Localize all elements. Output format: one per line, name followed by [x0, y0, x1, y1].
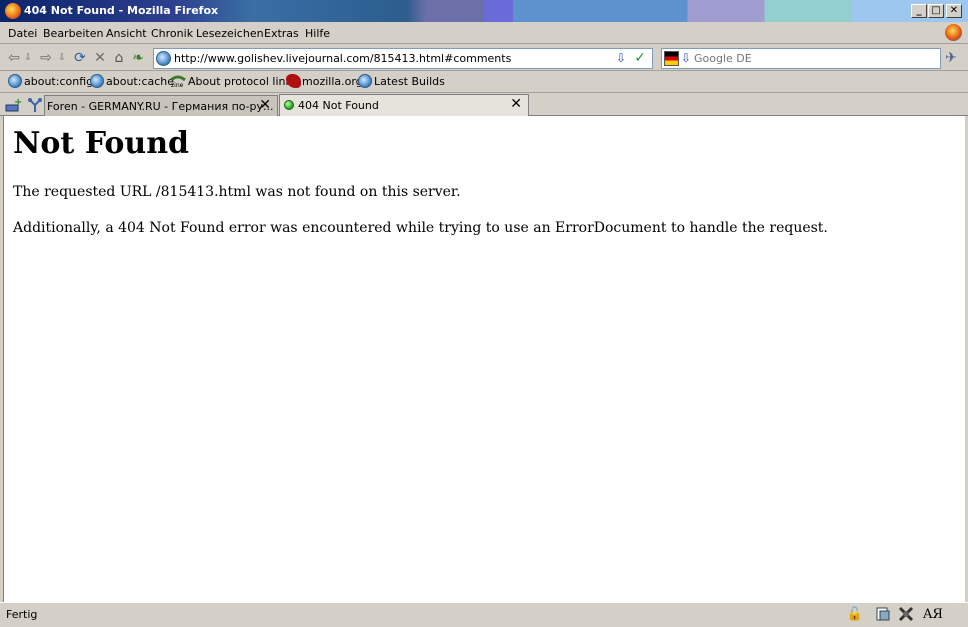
- site-icon: [156, 51, 171, 66]
- maximize-button[interactable]: □: [928, 4, 944, 18]
- search-go-icon[interactable]: ✈: [940, 48, 962, 69]
- tab-list-icon[interactable]: [27, 97, 43, 113]
- tab-foren-germany[interactable]: Foren - GERMANY.RU - Германия по-ру... ✕: [44, 95, 278, 116]
- svg-text:+: +: [14, 97, 22, 108]
- status-dot-icon: [284, 100, 294, 110]
- page-icon: [358, 74, 372, 88]
- leaf-icon[interactable]: ❧: [130, 50, 146, 66]
- search-engine-icon[interactable]: [664, 51, 679, 66]
- menu-datei[interactable]: Datei: [8, 27, 37, 40]
- throbber-icon: [945, 24, 962, 41]
- menu-extras[interactable]: Extras: [264, 27, 299, 40]
- url-bar[interactable]: http://www.golishev.livejournal.com/8154…: [153, 48, 653, 69]
- page-content: Not Found The requested URL /815413.html…: [3, 116, 965, 602]
- tab-label: Foren - GERMANY.RU - Германия по-ру...: [47, 100, 274, 113]
- minimize-button[interactable]: _: [911, 4, 927, 18]
- url-dropdown-icon[interactable]: ⇩: [616, 51, 626, 65]
- reload-icon[interactable]: ⟳: [72, 50, 88, 66]
- bookmark-latest-builds[interactable]: Latest Builds: [358, 74, 445, 90]
- go-check-icon[interactable]: ✓: [634, 50, 646, 66]
- translit-icon[interactable]: AЯ: [920, 606, 946, 623]
- lock-icon[interactable]: 🔓: [846, 606, 864, 623]
- close-window-button[interactable]: ✕: [946, 4, 962, 18]
- bookmark-label: about:config: [24, 75, 94, 88]
- error-message: The requested URL /815413.html was not f…: [13, 184, 461, 200]
- page-icon: [8, 74, 22, 88]
- back-icon[interactable]: ⇦: [6, 50, 22, 66]
- menu-chronik[interactable]: Chronik: [151, 27, 193, 40]
- tab-bar: + Foren - GERMANY.RU - Германия по-ру...…: [0, 93, 968, 117]
- extension-icon[interactable]: [897, 606, 915, 623]
- bookmarks-toolbar: about:config about:cache zine About prot…: [0, 71, 968, 93]
- stop-icon[interactable]: ✕: [92, 50, 108, 66]
- window-title: 404 Not Found - Mozilla Firefox: [24, 4, 219, 17]
- error-message-additional: Additionally, a 404 Not Found error was …: [13, 220, 828, 236]
- tab-404-not-found[interactable]: 404 Not Found ✕: [279, 94, 529, 117]
- search-input[interactable]: [694, 51, 934, 66]
- zine-icon: zine: [170, 74, 186, 89]
- new-tab-icon[interactable]: +: [5, 97, 22, 113]
- tab-close-button[interactable]: ✕: [259, 97, 271, 113]
- bookmark-mozilla-org[interactable]: mozilla.org: [286, 74, 363, 90]
- menu-bar: Datei Bearbeiten Ansicht Chronik Lesezei…: [0, 22, 968, 44]
- back-history-icon[interactable]: ⇩: [22, 50, 34, 66]
- bookmark-label: About protocol links: [188, 75, 298, 88]
- page-heading: Not Found: [13, 126, 190, 161]
- title-bar[interactable]: 404 Not Found - Mozilla Firefox _ □ ✕: [0, 0, 968, 22]
- status-bar: Fertig 🔓 AЯ: [0, 602, 968, 627]
- home-icon[interactable]: ⌂: [111, 50, 127, 66]
- bookmark-about-protocol-links[interactable]: zine About protocol links: [170, 74, 298, 90]
- url-input[interactable]: http://www.golishev.livejournal.com/8154…: [174, 52, 511, 65]
- menu-bearbeiten[interactable]: Bearbeiten: [43, 27, 103, 40]
- menu-lesezeichen[interactable]: Lesezeichen: [196, 27, 264, 40]
- tab-label: 404 Not Found: [298, 99, 379, 112]
- status-text: Fertig: [6, 608, 38, 621]
- search-engine-dropdown-icon[interactable]: ⇩: [681, 51, 691, 65]
- bookmark-label: mozilla.org: [302, 75, 363, 88]
- bookmark-about-cache[interactable]: about:cache: [90, 74, 174, 90]
- navigation-toolbar: ⇦ ⇩ ⇨ ⇩ ⟳ ✕ ⌂ ❧ http://www.golishev.live…: [0, 45, 968, 71]
- bookmark-label: Latest Builds: [374, 75, 445, 88]
- mozilla-icon: [286, 74, 301, 88]
- forward-history-icon[interactable]: ⇩: [56, 50, 68, 66]
- forward-icon[interactable]: ⇨: [38, 50, 54, 66]
- svg-text:zine: zine: [171, 82, 184, 88]
- bookmark-label: about:cache: [106, 75, 175, 88]
- search-bar[interactable]: ⇩: [661, 48, 941, 69]
- menu-ansicht[interactable]: Ansicht: [106, 27, 147, 40]
- bookmark-about-config[interactable]: about:config: [8, 74, 93, 90]
- firefox-icon: [5, 3, 21, 19]
- tab-close-button[interactable]: ✕: [510, 96, 522, 112]
- page-info-icon[interactable]: [874, 606, 892, 623]
- page-icon: [90, 74, 104, 88]
- menu-hilfe[interactable]: Hilfe: [305, 27, 330, 40]
